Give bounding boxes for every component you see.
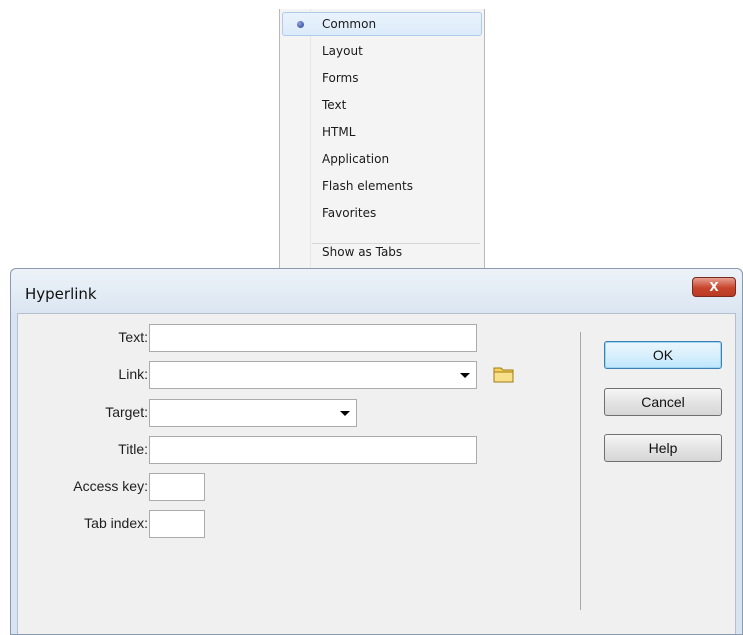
menu-item-layout[interactable]: Layout bbox=[282, 39, 482, 63]
title-input[interactable] bbox=[150, 437, 476, 463]
menu-item-label: Forms bbox=[322, 71, 359, 85]
insert-category-menu: Common Layout Forms Text HTML Applicatio… bbox=[279, 9, 485, 268]
menu-item-label: Application bbox=[322, 152, 390, 166]
menu-item-label: Text bbox=[322, 98, 347, 112]
ok-button[interactable]: OK bbox=[604, 341, 722, 369]
target-select[interactable] bbox=[149, 399, 357, 427]
access-key-input[interactable] bbox=[150, 474, 204, 500]
close-icon: X bbox=[709, 280, 719, 294]
menu-item-label: Flash elements bbox=[322, 179, 413, 193]
radio-bullet-icon bbox=[297, 21, 304, 28]
target-input[interactable] bbox=[150, 400, 356, 426]
chevron-down-icon[interactable] bbox=[340, 411, 350, 416]
tab-index-label: Tab index: bbox=[84, 515, 148, 531]
menu-item-label: Favorites bbox=[322, 206, 377, 220]
close-button[interactable]: X bbox=[692, 277, 736, 297]
menu-item-label: Common bbox=[322, 17, 377, 31]
text-field[interactable] bbox=[149, 324, 477, 352]
tab-index-field[interactable] bbox=[149, 510, 205, 538]
menu-item-flash-elements[interactable]: Flash elements bbox=[282, 174, 482, 198]
menu-item-label: Show as Tabs bbox=[322, 245, 403, 259]
menu-item-label: Layout bbox=[322, 44, 363, 58]
menu-item-common[interactable]: Common bbox=[282, 12, 482, 36]
access-key-field[interactable] bbox=[149, 473, 205, 501]
text-input[interactable] bbox=[150, 325, 476, 351]
hyperlink-dialog: Hyperlink X Text: Link: Target: Title: A… bbox=[10, 268, 743, 635]
cancel-button[interactable]: Cancel bbox=[604, 388, 722, 416]
menu-item-show-as-tabs[interactable]: Show as Tabs bbox=[282, 240, 482, 264]
menu-item-label: HTML bbox=[322, 125, 356, 139]
text-label: Text: bbox=[118, 329, 148, 345]
menu-item-text[interactable]: Text bbox=[282, 93, 482, 117]
help-button[interactable]: Help bbox=[604, 434, 722, 462]
menu-item-application[interactable]: Application bbox=[282, 147, 482, 171]
dialog-title: Hyperlink bbox=[25, 285, 97, 303]
link-label: Link: bbox=[118, 366, 148, 382]
divider bbox=[580, 332, 581, 610]
target-label: Target: bbox=[105, 404, 148, 420]
access-key-label: Access key: bbox=[73, 478, 148, 494]
menu-item-favorites[interactable]: Favorites bbox=[282, 201, 482, 225]
title-label: Title: bbox=[118, 441, 148, 457]
chevron-down-icon[interactable] bbox=[460, 373, 470, 378]
tab-index-input[interactable] bbox=[150, 511, 204, 537]
dialog-titlebar[interactable]: Hyperlink X bbox=[11, 269, 742, 313]
menu-item-forms[interactable]: Forms bbox=[282, 66, 482, 90]
dialog-body: Text: Link: Target: Title: Access key: T… bbox=[17, 313, 736, 634]
link-input[interactable] bbox=[150, 362, 476, 388]
folder-icon[interactable] bbox=[493, 365, 515, 383]
title-field[interactable] bbox=[149, 436, 477, 464]
menu-item-html[interactable]: HTML bbox=[282, 120, 482, 144]
link-combobox[interactable] bbox=[149, 361, 477, 389]
